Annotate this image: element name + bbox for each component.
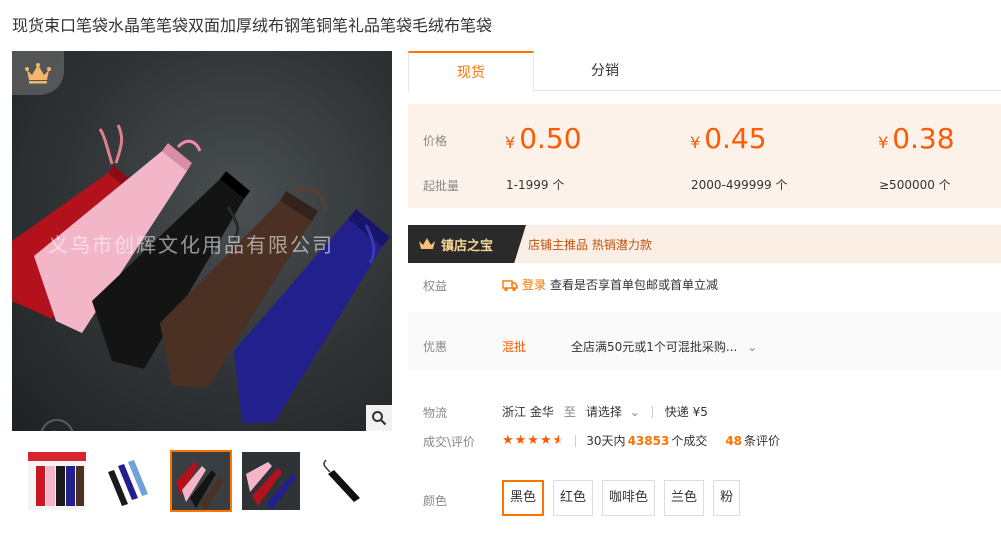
review-count[interactable]: 48 (725, 434, 742, 448)
tab-distribution[interactable]: 分销 (534, 51, 676, 92)
price-tier-1: ¥0.50 (505, 122, 582, 155)
review-suffix: 条评价 (744, 434, 781, 448)
thumbnail-1[interactable] (26, 450, 88, 512)
play-icon[interactable] (40, 419, 74, 431)
treasure-tag: 镇店之宝 (408, 225, 526, 263)
delivery-truck-icon (502, 279, 518, 291)
price-tier-3: ¥0.38 (878, 122, 955, 155)
shipping-label: 物流 (423, 406, 448, 420)
thumbnail-5[interactable] (312, 450, 374, 512)
mixed-batch-tag: 混批 (502, 340, 527, 354)
color-option-coffee[interactable]: 咖啡色 (602, 480, 656, 516)
ship-destination-label: 请选择 (585, 405, 622, 419)
treasure-tag-label: 镇店之宝 (441, 238, 494, 254)
main-product-image[interactable]: 义乌市创辉文化用品有限公司 (12, 51, 392, 431)
crown-icon (419, 238, 435, 249)
ship-method: 快递 ¥5 (664, 405, 708, 419)
color-label: 颜色 (423, 494, 448, 508)
price-value: 0.45 (704, 122, 767, 155)
tier-range-2: 2000-499999 个 (691, 178, 788, 192)
color-options: 黑色 红色 咖啡色 兰色 粉 (502, 480, 741, 516)
color-option-pink[interactable]: 粉 (713, 480, 741, 516)
sales-mode-tabs: 现货 分销 (408, 51, 1001, 92)
tier-range-1: 1-1999 个 (506, 178, 565, 192)
color-option-blue[interactable]: 兰色 (664, 480, 705, 516)
deal-count: 43853 (627, 433, 670, 448)
chevron-down-icon: ⌄ (629, 405, 640, 419)
currency-symbol: ¥ (505, 133, 516, 152)
currency-symbol: ¥ (878, 133, 889, 152)
divider (651, 405, 653, 418)
crown-icon (12, 51, 64, 95)
price-tier-2: ¥0.45 (690, 122, 767, 155)
deal-row: ★★★★★★ 30天内 43853 个成交 48 条评价 (502, 432, 780, 449)
product-title: 现货束口笔袋水晶笔笔袋双面加厚绒布钢笔铜笔礼品笔袋毛绒布笔袋 (12, 16, 493, 35)
shipping-row: 浙江 金华 至 请选择 ⌄ 快递 ¥5 (502, 403, 708, 420)
thumbnail-4[interactable] (240, 450, 302, 512)
benefit-row: 登录 查看是否享首单包邮或首单立减 (502, 276, 718, 293)
chevron-down-icon: ⌄ (747, 340, 758, 354)
tab-in-stock[interactable]: 现货 (408, 51, 534, 92)
promo-text: 全店满50元或1个可混批采购... (571, 340, 738, 354)
promo-label: 优惠 (423, 340, 448, 354)
moq-label: 起批量 (423, 179, 460, 193)
price-label: 价格 (423, 134, 448, 148)
divider (575, 434, 577, 447)
deal-days: 30天内 (586, 434, 626, 448)
rating-stars: ★★★★★★ (502, 433, 566, 448)
ship-to-word: 至 (563, 405, 576, 419)
color-option-black[interactable]: 黑色 (502, 480, 545, 516)
price-value: 0.50 (519, 122, 582, 155)
benefit-label: 权益 (423, 279, 448, 293)
treasure-text: 店铺主推品 热销潜力款 (528, 238, 652, 252)
deal-label: 成交\评价 (423, 435, 476, 449)
tier-range-3: ≥500000 个 (879, 178, 951, 192)
image-watermark: 义乌市创辉文化用品有限公司 (48, 233, 334, 257)
benefit-text: 查看是否享首单包邮或首单立减 (550, 278, 719, 292)
price-value: 0.38 (892, 122, 955, 155)
ship-from: 浙江 金华 (502, 405, 554, 419)
deal-count-suffix: 个成交 (671, 434, 708, 448)
promo-dropdown[interactable]: 全店满50元或1个可混批采购... ⌄ (571, 338, 757, 355)
currency-symbol: ¥ (690, 133, 701, 152)
thumbnail-strip (26, 450, 376, 514)
color-option-red[interactable]: 红色 (553, 480, 594, 516)
thumbnail-3[interactable] (170, 450, 232, 512)
magnifier-icon[interactable] (366, 405, 392, 431)
login-link[interactable]: 登录 (522, 276, 546, 293)
store-treasure-banner: 镇店之宝 店铺主推品 热销潜力款 (408, 225, 1001, 263)
price-panel: 价格 起批量 ¥0.50 1-1999 个 ¥0.45 2000-499999 … (408, 104, 1001, 208)
ship-destination-select[interactable]: 请选择 ⌄ (586, 403, 640, 420)
thumbnail-2[interactable] (96, 450, 158, 512)
